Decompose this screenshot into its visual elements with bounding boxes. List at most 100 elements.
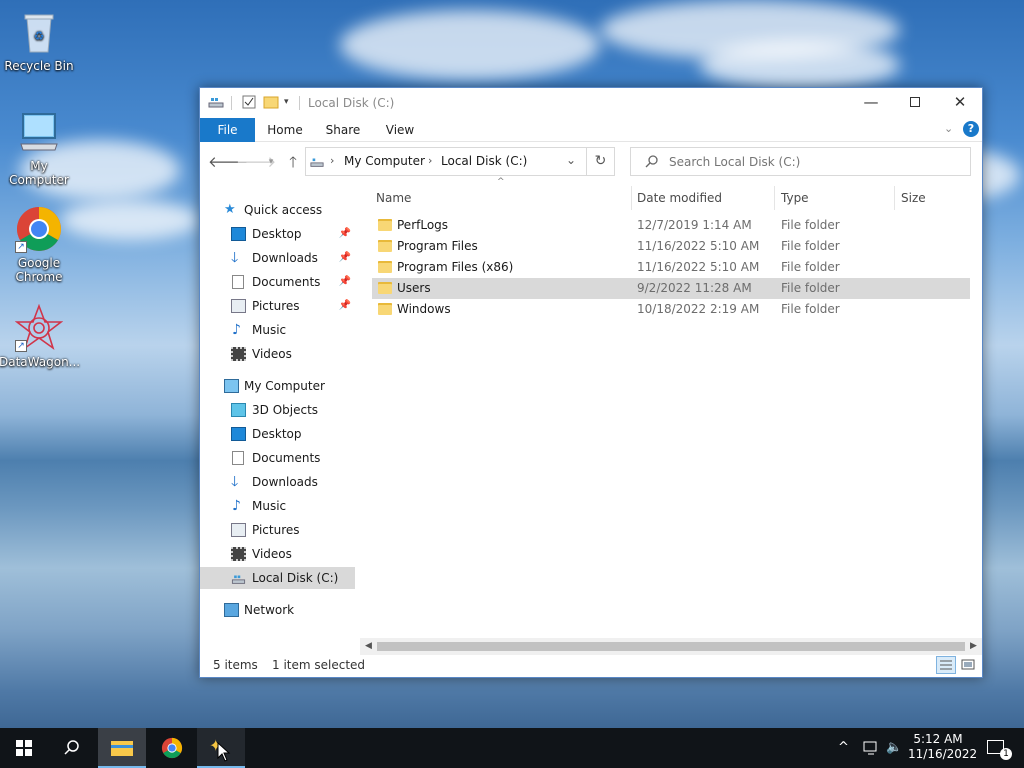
- maximize-button[interactable]: [892, 88, 938, 117]
- nav-music[interactable]: ♪ Music: [200, 495, 355, 517]
- properties-checkbox-icon[interactable]: [241, 94, 257, 110]
- file-list: ^ Name Date modified Type Size PerfLogs …: [372, 177, 972, 634]
- clock[interactable]: 5:12 AM 11/16/2022: [908, 728, 977, 768]
- nav-quick-videos[interactable]: Videos: [200, 343, 355, 365]
- table-row[interactable]: PerfLogs 12/7/2019 1:14 AM File folder: [372, 215, 970, 236]
- breadcrumb-separator-icon[interactable]: ›: [330, 154, 334, 167]
- desktop-icon-google-chrome[interactable]: ↗ Google Chrome: [0, 205, 79, 284]
- desktop-icon-my-computer[interactable]: My Computer: [0, 108, 79, 187]
- status-bar: 5 items 1 item selected: [200, 655, 982, 677]
- shortcut-arrow-icon: ↗: [15, 241, 27, 253]
- file-explorer-icon: [111, 739, 133, 760]
- up-button[interactable]: 🡑: [282, 152, 304, 172]
- pin-icon[interactable]: 📌: [339, 223, 351, 245]
- film-icon: [231, 547, 246, 561]
- nav-pictures[interactable]: Pictures: [200, 519, 355, 541]
- nav-quick-desktop[interactable]: Desktop 📌: [200, 223, 355, 245]
- desktop-icon-label: Google Chrome: [15, 256, 63, 284]
- breadcrumb-separator-icon[interactable]: ›: [428, 154, 432, 167]
- table-row[interactable]: Program Files (x86) 11/16/2022 5:10 AM F…: [372, 257, 970, 278]
- nav-local-disk[interactable]: Local Disk (C:): [200, 567, 355, 589]
- help-icon[interactable]: ?: [963, 121, 979, 137]
- file-name: Program Files (x86): [397, 260, 514, 274]
- search-box[interactable]: [630, 147, 971, 176]
- nav-quick-downloads[interactable]: 🡓 Downloads 📌: [200, 247, 355, 269]
- nav-documents[interactable]: Documents: [200, 447, 355, 469]
- desktop-icon-recycle-bin[interactable]: ♻ Recycle Bin: [0, 8, 79, 73]
- item-count: 5 items: [213, 658, 258, 672]
- ribbon-expand-icon[interactable]: ⌄: [944, 122, 953, 135]
- nav-network[interactable]: Network: [200, 599, 355, 621]
- table-row[interactable]: Windows 10/18/2022 2:19 AM File folder: [372, 299, 970, 320]
- table-row-selected[interactable]: Users 9/2/2022 11:28 AM File folder: [372, 278, 970, 299]
- refresh-button[interactable]: ↻: [587, 147, 615, 176]
- tab-home[interactable]: Home: [260, 118, 310, 142]
- nav-3d-objects[interactable]: 3D Objects: [200, 399, 355, 421]
- breadcrumb-local-disk[interactable]: Local Disk (C:): [441, 154, 527, 168]
- forward-button[interactable]: 🡒: [236, 152, 276, 172]
- column-header-name[interactable]: Name: [376, 186, 631, 210]
- scroll-left-icon[interactable]: ◀: [360, 638, 377, 655]
- close-button[interactable]: ✕: [937, 88, 983, 117]
- folder-icon: [378, 282, 392, 294]
- nav-my-computer[interactable]: My Computer: [200, 375, 355, 397]
- column-divider[interactable]: [631, 186, 632, 210]
- search-button[interactable]: [48, 728, 96, 768]
- nav-quick-access[interactable]: ★ Quick access: [200, 199, 355, 221]
- table-row[interactable]: Program Files 11/16/2022 5:10 AM File fo…: [372, 236, 970, 257]
- monitor-icon: [224, 379, 239, 393]
- file-name: Program Files: [397, 239, 478, 253]
- desktop-icon: [231, 427, 246, 441]
- tab-share[interactable]: Share: [318, 118, 368, 142]
- back-button[interactable]: 🡐: [208, 152, 248, 172]
- notification-center-button[interactable]: 1: [978, 728, 1018, 768]
- recent-locations-button[interactable]: ▾: [260, 152, 282, 172]
- cloud: [60, 200, 200, 240]
- nav-quick-documents[interactable]: Documents 📌: [200, 271, 355, 293]
- search-input[interactable]: [669, 153, 959, 171]
- monitor-icon: [15, 108, 63, 156]
- shortcut-arrow-icon: ↗: [15, 340, 27, 352]
- title-bar[interactable]: ▾ Local Disk (C:) — ✕: [200, 88, 982, 118]
- desktop-icon-datawagon[interactable]: ↗ DataWagon...: [0, 303, 80, 369]
- show-hidden-icons-button[interactable]: ^: [838, 728, 849, 768]
- network-tray-icon[interactable]: [862, 740, 880, 756]
- nav-videos[interactable]: Videos: [200, 543, 355, 565]
- music-note-icon: ♪: [232, 322, 241, 338]
- nav-downloads[interactable]: 🡓 Downloads: [200, 471, 355, 493]
- breadcrumb-my-computer[interactable]: My Computer: [344, 154, 425, 168]
- volume-tray-icon[interactable]: 🔈: [886, 728, 902, 768]
- tab-view[interactable]: View: [375, 118, 425, 142]
- start-button[interactable]: [0, 728, 48, 768]
- customize-dropdown-icon[interactable]: ▾: [284, 97, 289, 113]
- pin-icon[interactable]: 📌: [339, 247, 351, 269]
- minimize-button[interactable]: —: [848, 88, 894, 117]
- details-view-button[interactable]: [936, 656, 956, 674]
- nav-desktop[interactable]: Desktop: [200, 423, 355, 445]
- svg-text:♻: ♻: [34, 29, 45, 43]
- nav-quick-pictures[interactable]: Pictures 📌: [200, 295, 355, 317]
- scroll-right-icon[interactable]: ▶: [965, 638, 982, 655]
- file-name: Users: [397, 281, 431, 295]
- tab-file[interactable]: File: [200, 118, 255, 142]
- nav-quick-music[interactable]: ♪ Music: [200, 319, 355, 341]
- address-bar[interactable]: › My Computer › Local Disk (C:) ⌄: [305, 147, 587, 176]
- taskbar-app[interactable]: ✦: [197, 728, 245, 768]
- new-folder-icon[interactable]: [263, 94, 279, 110]
- pin-icon[interactable]: 📌: [339, 295, 351, 317]
- column-header-date[interactable]: Date modified: [637, 186, 774, 210]
- title-separator: [231, 96, 232, 110]
- horizontal-scrollbar[interactable]: ◀ ▶: [360, 638, 982, 655]
- address-dropdown-icon[interactable]: ⌄: [566, 153, 576, 167]
- column-divider[interactable]: [894, 186, 895, 210]
- column-header-type[interactable]: Type: [781, 186, 894, 210]
- taskbar-chrome[interactable]: [148, 728, 196, 768]
- drive-small-icon: [208, 94, 224, 110]
- taskbar-file-explorer[interactable]: [98, 728, 146, 768]
- scrollbar-thumb[interactable]: [377, 642, 965, 651]
- large-icons-view-button[interactable]: [960, 657, 978, 673]
- column-divider[interactable]: [774, 186, 775, 210]
- column-header-size[interactable]: Size: [901, 186, 971, 210]
- navigation-pane: ★ Quick access Desktop 📌 🡓 Downloads 📌 D…: [200, 184, 360, 654]
- pin-icon[interactable]: 📌: [339, 271, 351, 293]
